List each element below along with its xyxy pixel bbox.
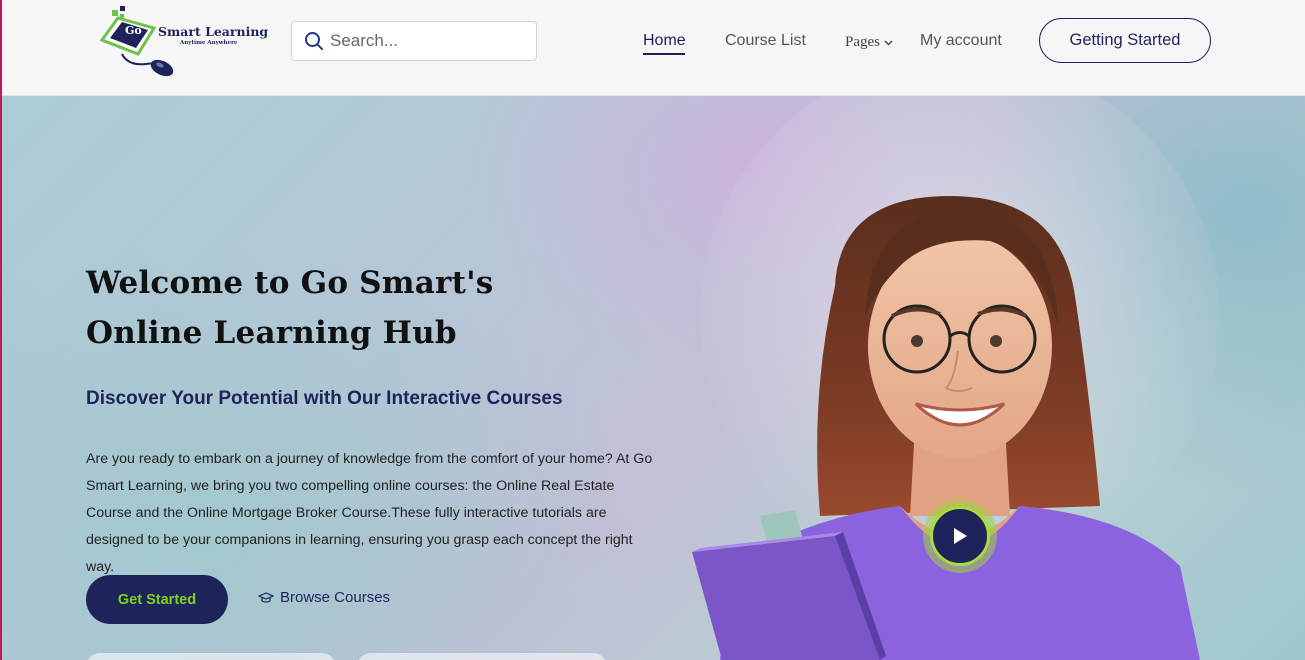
nav-home[interactable]: Home — [643, 32, 686, 50]
video-play-button[interactable] — [923, 499, 997, 573]
logo-tagline: Anytime Anywhere — [180, 40, 238, 46]
nav-active-indicator — [643, 53, 685, 55]
graduation-cap-icon — [258, 591, 274, 603]
search-icon — [305, 32, 323, 50]
search-box[interactable] — [291, 21, 537, 61]
search-input[interactable] — [330, 31, 520, 51]
chevron-down-icon — [884, 40, 893, 45]
hero-subtitle: Discover Your Potential with Our Interac… — [86, 388, 563, 409]
site-logo[interactable]: Go Smart Learning Anytime Anywhere — [98, 4, 268, 80]
stat-card — [86, 653, 336, 660]
window-edge — [0, 0, 2, 660]
hero-student-illustration — [692, 96, 1220, 660]
getting-started-button[interactable]: Getting Started — [1039, 18, 1211, 63]
nav-pages[interactable]: Pages — [845, 34, 893, 51]
play-icon — [954, 528, 967, 544]
nav-pages-label: Pages — [845, 34, 880, 50]
hero-title: Welcome to Go Smart's Online Learning Hu… — [86, 265, 494, 351]
stat-card — [357, 653, 607, 660]
logo-mark-text: Go — [125, 24, 142, 37]
play-button-core — [930, 506, 990, 566]
browse-courses-link[interactable]: Browse Courses — [258, 589, 390, 606]
nav-my-account[interactable]: My account — [920, 32, 1002, 50]
nav-course-list[interactable]: Course List — [725, 32, 806, 50]
get-started-button[interactable]: Get Started — [86, 575, 228, 624]
browse-courses-label: Browse Courses — [280, 589, 391, 606]
site-header: Go Smart Learning Anytime Anywhere Home … — [0, 0, 1305, 96]
hero-section: Welcome to Go Smart's Online Learning Hu… — [0, 96, 1305, 660]
logo-brand-name: Smart Learning — [158, 24, 269, 39]
hero-description: Are you ready to embark on a journey of … — [86, 451, 653, 575]
